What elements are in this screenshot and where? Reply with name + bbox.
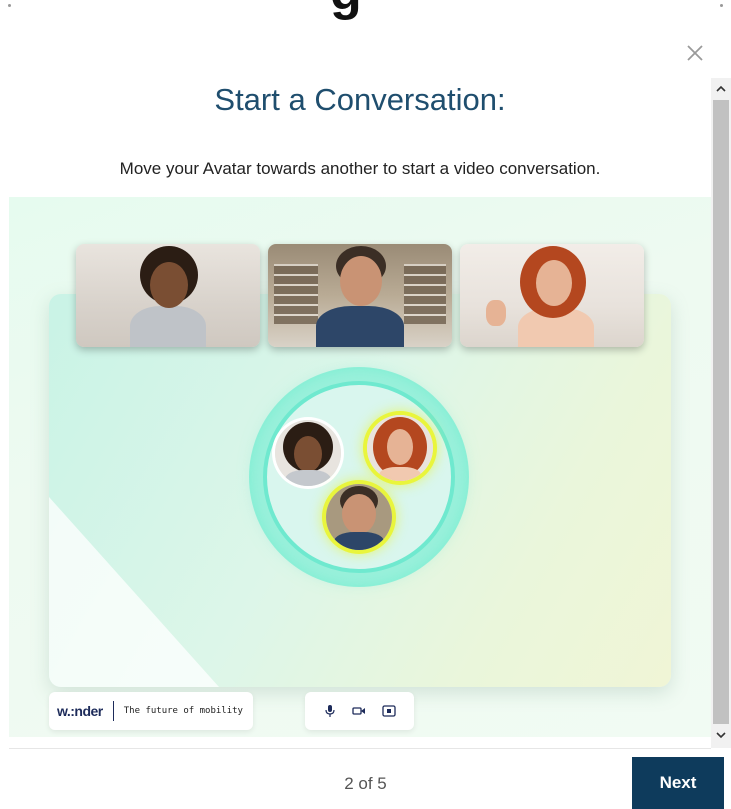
stage-highlight <box>49 497 219 687</box>
screen-share-icon <box>380 702 398 720</box>
brand-divider <box>112 701 114 721</box>
conversation-illustration: w.:nder The future of mobility <box>9 197 711 737</box>
man-glasses-video-tile <box>268 244 452 347</box>
chevron-down-icon <box>716 732 726 739</box>
close-button[interactable] <box>682 40 708 66</box>
avatar-woman-red-hair[interactable] <box>367 415 433 481</box>
woman-red-hair-video-tile <box>460 244 644 347</box>
brand-bar: w.:nder The future of mobility <box>49 692 253 730</box>
brand-tagline: The future of mobility <box>123 706 243 716</box>
modal-title: Start a Conversation: <box>214 82 506 117</box>
next-button[interactable]: Next <box>632 757 724 809</box>
chevron-up-icon <box>716 85 726 92</box>
avatar-man-glasses[interactable] <box>326 484 392 550</box>
microphone-icon <box>321 702 339 720</box>
close-icon <box>687 45 703 61</box>
camera-icon <box>350 702 368 720</box>
scroll-up-button[interactable] <box>711 79 731 99</box>
call-controls-bar <box>305 692 414 730</box>
woman-curly-hair-video-tile <box>76 244 260 347</box>
corner-mark <box>8 4 11 7</box>
modal-subtitle: Move your Avatar towards another to star… <box>119 159 601 178</box>
scroll-down-button[interactable] <box>711 725 731 745</box>
avatar-woman-curly-hair[interactable] <box>275 420 341 486</box>
brand-logo: w.:nder <box>57 703 103 719</box>
footer-divider <box>9 748 711 749</box>
corner-mark <box>720 4 723 7</box>
background-heading-fragment: g <box>330 0 363 22</box>
step-indicator: 2 of 5 <box>344 774 387 793</box>
scrollbar-thumb[interactable] <box>713 100 729 724</box>
